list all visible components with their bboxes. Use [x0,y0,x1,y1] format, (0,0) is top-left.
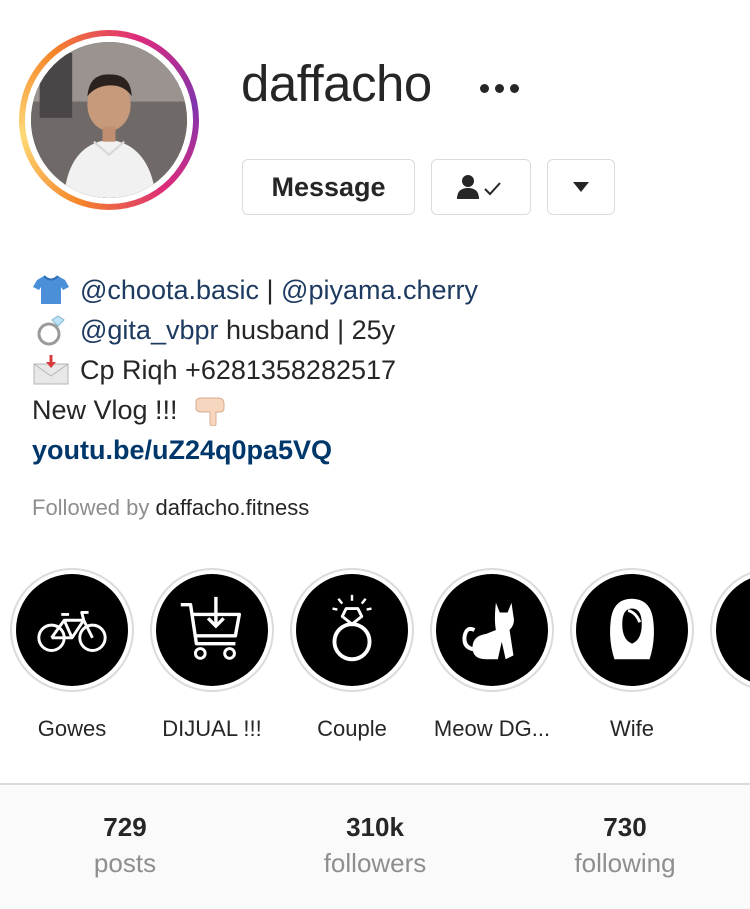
bio-line: @choota.basic | @piyama.cherry [32,270,478,310]
envelope-arrow-icon [33,355,69,385]
bio-line: New Vlog !!! [32,390,478,430]
highlight-item[interactable]: Meow DG... [430,568,554,742]
diamond-ring-icon [332,594,372,662]
more-horizontal-icon[interactable] [480,78,528,98]
dot [480,83,489,93]
stat-value: 729 [103,812,147,842]
highlight-label: Couple [317,716,387,741]
shirt-icon [33,275,69,304]
profile-photo [31,42,187,198]
profile-bio: @choota.basic | @piyama.cherry @gita_vbp… [32,270,478,470]
highlight-label: DIJUAL !!! [162,716,262,741]
dot [495,83,504,93]
stat-value: 310k [346,812,404,842]
stat-label: followers [323,848,427,878]
profile-username: daffacho [241,55,432,112]
highlight-ring [10,568,134,692]
highlight-ring [710,568,750,692]
pointing-down-icon [195,397,225,426]
avatar-frame [25,36,193,204]
ring-icon [37,315,65,346]
highlight-cover [576,574,688,686]
highlight-item[interactable]: Couple [290,568,414,742]
highlight-label: Gowes [37,716,107,741]
highlight-item[interactable]: Gowes [10,568,134,742]
bio-mention-link[interactable]: @piyama.cherry [281,270,478,310]
woman-silhouette-icon [610,598,654,660]
stat-value: 730 [603,812,647,842]
followed-by-text[interactable]: Followed by daffacho.fitness [32,495,309,521]
bio-text: husband | 25y [218,315,396,345]
bio-mention-link[interactable]: @gita_vbpr [80,310,218,350]
message-button[interactable]: Message [242,159,415,215]
followed-by-prefix: Followed by [32,495,150,520]
posts-count[interactable]: 729 posts [5,811,245,883]
followed-by-username[interactable]: daffacho.fitness [156,495,310,520]
dot [510,83,519,93]
stat-label: posts [93,848,157,878]
highlight-cover [16,574,128,686]
bio-website-link[interactable]: youtu.be/uZ24q0pa5VQ [32,430,332,470]
bio-text: New Vlog !!! [32,395,178,425]
highlight-label: Meow DG... [433,716,551,741]
profile-stats-bar: 729 posts 310k followers 730 following [0,785,750,909]
bio-line: Cp Riqh +6281358282517 [32,350,478,390]
caret-down-icon [573,182,589,192]
highlight-ring [430,568,554,692]
highlight-ring [290,568,414,692]
highlight-ring [570,568,694,692]
story-highlights-tray[interactable]: Gowes DIJUAL !!! Couple Meow DG... Wife [0,568,750,748]
following-count[interactable]: 730 following [505,811,745,883]
bio-text: Cp Riqh +6281358282517 [80,355,397,385]
highlight-cover [716,574,750,686]
highlight-item[interactable]: Wife [570,568,694,742]
highlight-label: Wife [610,716,654,741]
bio-line: youtu.be/uZ24q0pa5VQ [32,430,478,470]
highlight-cover [436,574,548,686]
highlight-cover [296,574,408,686]
shopping-cart-icon [180,596,242,660]
person-check-icon [457,175,501,199]
highlight-item[interactable] [710,568,750,692]
story-ring[interactable] [19,30,199,210]
highlight-cover [156,574,268,686]
highlight-ring [150,568,274,692]
following-button[interactable] [431,159,531,215]
avatar[interactable] [31,42,187,198]
suggestions-dropdown-button[interactable] [547,159,615,215]
bicycle-icon [37,610,107,652]
cat-icon [462,602,514,660]
bio-text: | [259,275,282,305]
bio-line: @gita_vbpr husband | 25y [32,310,478,350]
bio-mention-link[interactable]: @choota.basic [80,270,259,310]
followers-count[interactable]: 310k followers [255,811,495,883]
stat-label: following [574,848,676,878]
highlight-item[interactable]: DIJUAL !!! [150,568,274,742]
